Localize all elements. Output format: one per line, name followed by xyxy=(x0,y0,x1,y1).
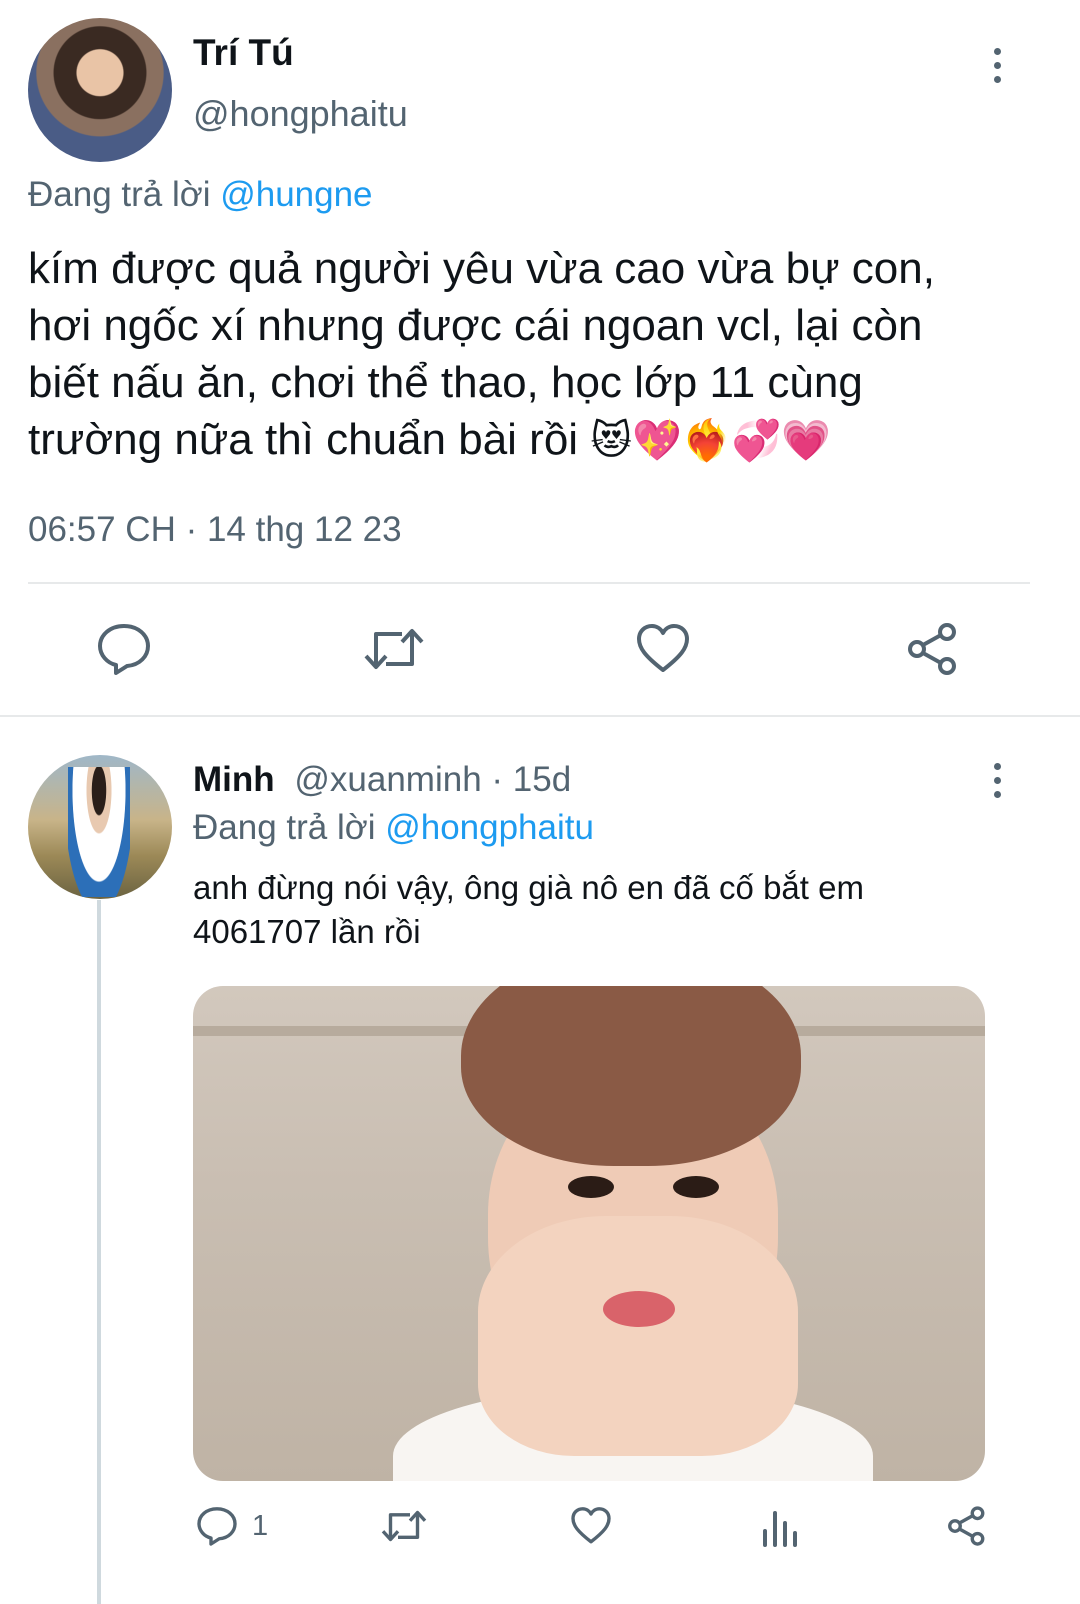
thread-line xyxy=(97,900,101,1604)
like-icon xyxy=(571,1507,611,1544)
views-icon xyxy=(763,1511,797,1547)
reply-author-handle-time[interactable]: @xuanminh · 15d xyxy=(294,760,571,799)
tweet-timestamp[interactable]: 06:57 CH · 14 thg 12 23 xyxy=(28,510,402,550)
views-button[interactable] xyxy=(760,1505,800,1547)
replying-to-prefix: Đang trả lời xyxy=(193,808,376,847)
more-options-icon[interactable] xyxy=(991,48,1003,83)
share-icon xyxy=(948,1506,985,1546)
like-icon xyxy=(637,624,689,672)
tweet-text-line: hơi ngốc xí nhưng được cái ngoan vcl, lạ… xyxy=(28,301,923,350)
reply-author-display-name[interactable]: Minh xyxy=(193,760,275,799)
divider xyxy=(28,582,1030,584)
retweet-icon xyxy=(381,1510,427,1542)
replying-to-line: Đang trả lời @hungne xyxy=(28,175,373,215)
reply-text-line: anh đừng nói vậy, ông già nô en đã cố bắ… xyxy=(193,869,864,906)
reply-icon xyxy=(197,1507,237,1546)
reply-button[interactable]: 1 xyxy=(196,1505,268,1547)
reply-count: 1 xyxy=(252,1509,269,1542)
divider xyxy=(0,715,1080,717)
replying-to-handle[interactable]: @hungne xyxy=(220,175,372,214)
tweet-text-line: kím được quả người yêu vừa cao vừa bự co… xyxy=(28,244,935,293)
reply-text-line: 4061707 lần rồi xyxy=(193,913,421,950)
like-button[interactable] xyxy=(570,1505,612,1547)
more-options-icon[interactable] xyxy=(991,763,1003,798)
tweet-text-line: biết nấu ăn, chơi thể thao, học lớp 11 c… xyxy=(28,358,863,407)
replying-to-handle[interactable]: @hongphaitu xyxy=(385,808,594,847)
tweet-text: kím được quả người yêu vừa cao vừa bự co… xyxy=(28,240,1038,470)
reply-text: anh đừng nói vậy, ông già nô en đã cố bắ… xyxy=(193,866,1053,954)
retweet-button[interactable] xyxy=(380,1505,428,1547)
tweet-text-line: trường nữa thì chuẩn bài rồi xyxy=(28,415,579,464)
tweet-emojis: 😻💖❤️‍🔥💞💗 xyxy=(590,419,832,463)
reply-photo[interactable] xyxy=(193,986,985,1481)
replying-to-prefix: Đang trả lời xyxy=(28,175,211,214)
retweet-button[interactable] xyxy=(362,622,426,676)
share-button[interactable] xyxy=(905,622,961,676)
reply-author-avatar[interactable] xyxy=(28,755,172,899)
reply-button[interactable] xyxy=(96,622,152,676)
reply-replying-to-line: Đang trả lời @hongphaitu xyxy=(193,808,594,848)
author-display-name[interactable]: Trí Tú xyxy=(193,32,294,74)
like-button[interactable] xyxy=(635,622,691,676)
reply-icon xyxy=(98,624,150,675)
retweet-icon xyxy=(364,629,424,669)
share-button[interactable] xyxy=(946,1505,988,1547)
reply-header: Minh @xuanminh · 15d xyxy=(193,760,571,800)
share-icon xyxy=(908,623,956,675)
author-handle[interactable]: @hongphaitu xyxy=(193,93,408,135)
author-avatar[interactable] xyxy=(28,18,172,162)
